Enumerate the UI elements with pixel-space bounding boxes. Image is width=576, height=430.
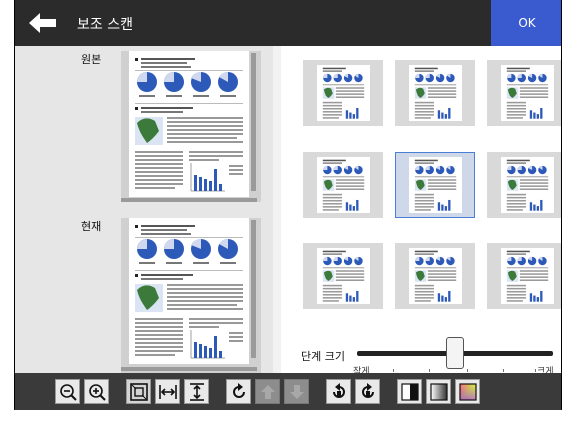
current-horizontal-scrollbar[interactable] (121, 367, 257, 371)
fit-page-icon (129, 382, 148, 401)
thumbnail-page (409, 248, 462, 304)
variant-thumbnail[interactable] (303, 60, 383, 126)
assist-scan-window: 보조 스캔 OK 원본 현재 단계 크기 작게 크게 (14, 0, 562, 410)
thumbnail-page-image (504, 157, 551, 213)
step-size-label: 단계 크기 (301, 350, 345, 363)
thumbnail-page-image (412, 248, 459, 304)
current-page-image (129, 218, 249, 364)
screen-title: 보조 스캔 (77, 17, 133, 33)
fit-width-icon (158, 384, 177, 399)
step-size-slider-handle[interactable] (446, 337, 464, 369)
ok-button[interactable]: OK (491, 0, 561, 46)
back-button[interactable] (23, 7, 63, 39)
black-white-icon (400, 382, 419, 401)
thumbnail-page-image (320, 157, 367, 213)
current-preview[interactable] (121, 218, 261, 373)
color-mode-button[interactable] (455, 379, 480, 404)
original-page-image (129, 51, 249, 197)
variant-thumbnail[interactable] (303, 152, 383, 218)
zoom-in-icon (88, 383, 106, 401)
grayscale-mode-button[interactable] (426, 379, 451, 404)
original-horizontal-scrollbar[interactable] (121, 198, 257, 202)
thumbnail-page-image (504, 65, 551, 121)
move-up-icon (260, 384, 275, 399)
current-vertical-scrollbar[interactable] (251, 220, 256, 358)
original-vertical-scrollbar[interactable] (251, 53, 256, 191)
rotate-right-icon (361, 382, 374, 398)
slider-tick (393, 369, 394, 372)
thumbnail-page (501, 248, 554, 304)
bottom-toolbar (15, 373, 561, 410)
variant-thumbnail[interactable] (487, 60, 561, 126)
grayscale-icon (429, 382, 448, 401)
move-up-button[interactable] (255, 379, 280, 404)
variant-thumbnail[interactable] (395, 60, 475, 126)
original-preview[interactable] (121, 51, 261, 202)
thumbnail-page-image (320, 248, 367, 304)
fit-width-button[interactable] (155, 379, 180, 404)
thumbnail-page-image (412, 157, 459, 213)
back-arrow-icon (29, 13, 56, 33)
slider-tick (535, 369, 536, 372)
variant-thumbnail[interactable] (395, 243, 475, 309)
move-down-button[interactable] (284, 379, 309, 404)
variant-thumbnail[interactable] (487, 152, 561, 218)
thumbnail-page (317, 248, 370, 304)
thumbnail-page (409, 65, 462, 121)
variant-thumbnail[interactable] (487, 243, 561, 309)
color-icon (458, 382, 477, 401)
fit-page-button[interactable] (126, 379, 151, 404)
original-label: 원본 (81, 53, 102, 66)
thumbnail-page (317, 157, 370, 213)
header-bar: 보조 스캔 OK (15, 0, 561, 46)
thumbnail-page-image (504, 248, 551, 304)
rotate-button[interactable] (226, 379, 251, 404)
current-label: 현재 (81, 220, 102, 233)
zoom-out-button[interactable] (55, 379, 80, 404)
zoom-out-icon (59, 383, 77, 401)
rotate-left-icon (332, 382, 345, 398)
slider-tick (429, 369, 430, 372)
move-down-icon (289, 384, 304, 399)
fit-height-button[interactable] (184, 379, 209, 404)
preview-panel: 원본 현재 (15, 46, 273, 373)
thumbnail-page-image (320, 65, 367, 121)
slider-tick (503, 369, 504, 372)
thumbnail-page (501, 157, 554, 213)
fit-height-icon (189, 382, 204, 401)
zoom-in-button[interactable] (84, 379, 109, 404)
panel-divider (273, 46, 281, 373)
rotate-right-button[interactable] (355, 379, 380, 404)
thumbnail-page (409, 157, 462, 213)
variant-grid-panel: 단계 크기 작게 크게 (281, 46, 561, 377)
variant-thumbnail[interactable] (303, 243, 383, 309)
slider-tick (467, 369, 468, 372)
thumbnail-page (317, 65, 370, 121)
black-white-mode-button[interactable] (397, 379, 422, 404)
variant-thumbnail[interactable] (395, 152, 475, 218)
thumbnail-page (501, 65, 554, 121)
rotate-icon (232, 382, 245, 398)
thumbnail-page-image (412, 65, 459, 121)
rotate-left-button[interactable] (326, 379, 351, 404)
